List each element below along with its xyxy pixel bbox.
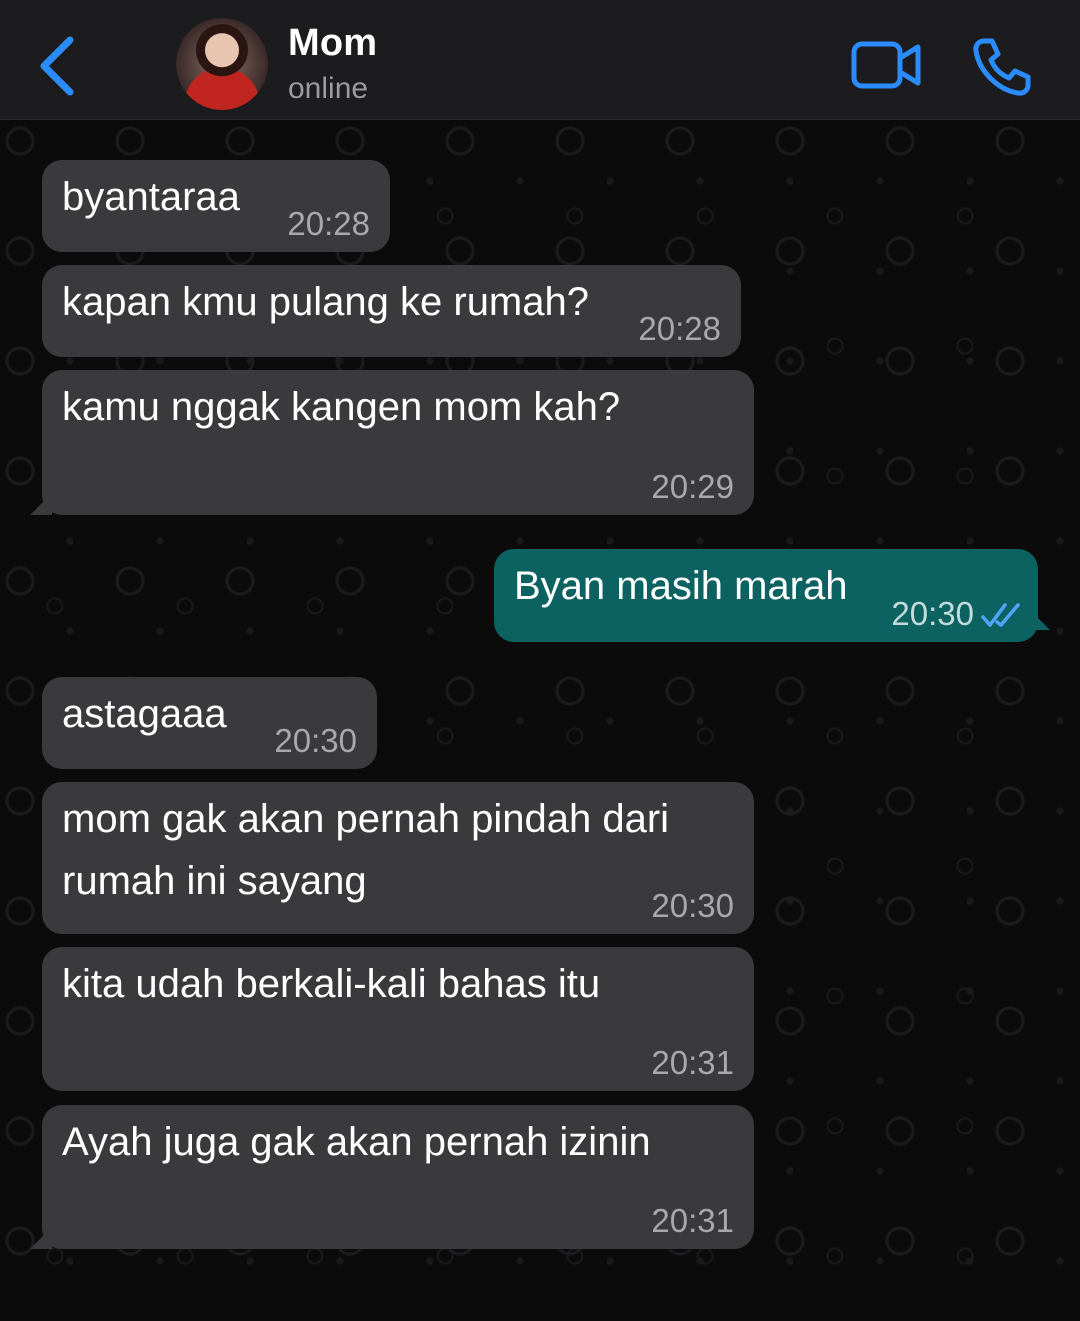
message-bubble-incoming[interactable]: byantaraa 20:28 (42, 160, 390, 252)
message-bubble-outgoing[interactable]: Byan masih marah 20:30 (494, 549, 1038, 642)
message-time: 20:29 (651, 468, 734, 505)
video-call-button[interactable] (850, 38, 924, 92)
message-text: mom gak akan pernah pindah dari rumah in… (62, 797, 670, 903)
message-time: 20:28 (638, 310, 721, 347)
message-time: 20:28 (287, 205, 370, 242)
chevron-left-icon (40, 36, 74, 96)
read-receipt-icon (981, 603, 1020, 627)
message-bubble-incoming[interactable]: Ayah juga gak akan pernah izinin 20:31 (42, 1105, 754, 1249)
message-bubble-incoming[interactable]: kita udah berkali-kali bahas itu 20:31 (42, 947, 754, 1091)
message-list[interactable]: byantaraa 20:28 kapan kmu pulang ke ruma… (0, 121, 1080, 1321)
voice-call-button[interactable] (970, 36, 1032, 98)
message-time: 20:30 (891, 595, 974, 632)
message-text: kapan kmu pulang ke rumah? (62, 280, 589, 324)
message-text: kita udah berkali-kali bahas itu (62, 962, 601, 1006)
message-time: 20:31 (651, 1202, 734, 1239)
contact-status: online (288, 72, 369, 105)
message-bubble-incoming[interactable]: astagaaa 20:30 (42, 677, 377, 769)
message-text: kamu nggak kangen mom kah? (62, 385, 621, 429)
message-text: Ayah juga gak akan pernah izinin (62, 1120, 651, 1164)
message-bubble-incoming[interactable]: kapan kmu pulang ke rumah? 20:28 (42, 265, 741, 357)
phone-icon (973, 38, 1031, 96)
chat-header: Mom online (0, 0, 1080, 120)
message-bubble-incoming[interactable]: kamu nggak kangen mom kah? 20:29 (42, 370, 754, 515)
message-time: 20:31 (651, 1044, 734, 1081)
avatar[interactable] (176, 18, 268, 110)
video-camera-icon (851, 41, 921, 89)
message-time: 20:30 (274, 722, 357, 759)
message-time: 20:30 (651, 887, 734, 924)
back-button[interactable] (30, 30, 90, 100)
message-bubble-incoming[interactable]: mom gak akan pernah pindah dari rumah in… (42, 782, 754, 934)
contact-name[interactable]: Mom (288, 22, 377, 65)
